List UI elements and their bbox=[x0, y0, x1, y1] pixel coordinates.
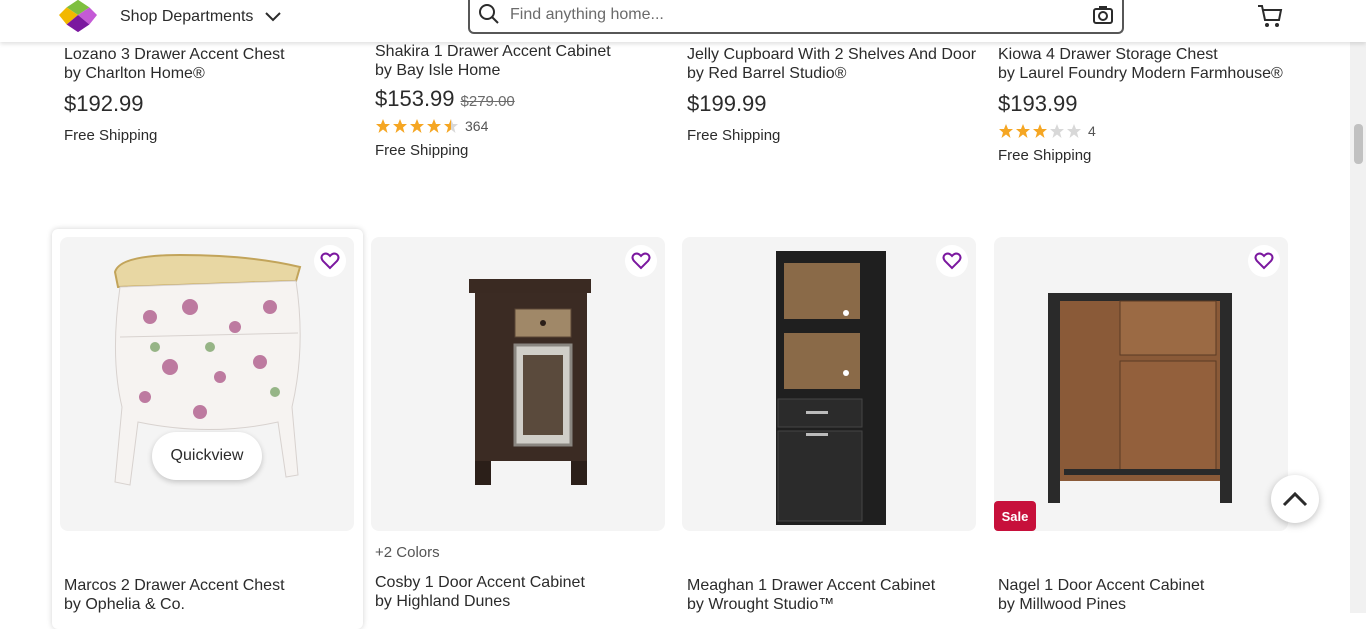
product-price: $199.99 bbox=[687, 91, 767, 116]
rating[interactable]: 4 bbox=[998, 123, 1288, 139]
product-title[interactable]: Cosby 1 Door Accent Cabinet bbox=[375, 573, 665, 592]
wood-cabinet-image bbox=[469, 279, 591, 485]
product-image[interactable] bbox=[371, 237, 665, 531]
star-full-icon bbox=[1016, 124, 1030, 138]
product-card[interactable]: Marcos 2 Drawer Accent Chest by Ophelia … bbox=[64, 576, 354, 614]
quickview-button[interactable]: Quickview bbox=[152, 432, 262, 480]
shop-departments-menu[interactable]: Shop Departments bbox=[120, 7, 283, 27]
product-title[interactable]: Marcos 2 Drawer Accent Chest bbox=[64, 576, 354, 595]
heart-icon bbox=[320, 252, 340, 270]
review-count: 364 bbox=[465, 118, 489, 134]
search-bar bbox=[468, 0, 1124, 34]
product-brand: by Red Barrel Studio® bbox=[687, 65, 847, 82]
product-brand: by Bay Isle Home bbox=[375, 62, 501, 79]
original-price: $279.00 bbox=[460, 93, 515, 110]
product-image[interactable] bbox=[60, 237, 354, 531]
star-empty-icon bbox=[1050, 124, 1064, 138]
back-to-top-button[interactable] bbox=[1271, 475, 1319, 523]
product-image[interactable] bbox=[994, 237, 1288, 531]
rustic-nightstand-image bbox=[1048, 293, 1232, 503]
heart-icon bbox=[1254, 252, 1274, 270]
wishlist-button[interactable] bbox=[1248, 245, 1280, 277]
product-brand: by Highland Dunes bbox=[375, 593, 511, 610]
tall-cabinet-image bbox=[776, 251, 886, 525]
product-title[interactable]: Kiowa 4 Drawer Storage Chest bbox=[998, 45, 1288, 64]
star-full-icon bbox=[999, 124, 1013, 138]
product-title[interactable]: Meaghan 1 Drawer Accent Cabinet bbox=[687, 576, 977, 595]
wishlist-button[interactable] bbox=[936, 245, 968, 277]
sale-badge: Sale bbox=[994, 501, 1036, 531]
chevron-down-icon bbox=[265, 12, 282, 22]
product-brand: by Wrought Studio™ bbox=[687, 596, 835, 613]
product-price: $153.99 bbox=[375, 86, 455, 111]
shipping-label: Free Shipping bbox=[64, 127, 158, 144]
color-options-label[interactable]: +2 Colors bbox=[375, 544, 440, 561]
product-card[interactable]: Jelly Cupboard With 2 Shelves And Door b… bbox=[687, 42, 977, 144]
product-title[interactable]: Lozano 3 Drawer Accent Chest bbox=[64, 45, 354, 64]
star-rating bbox=[375, 118, 459, 134]
star-full-icon bbox=[427, 119, 441, 133]
rating[interactable]: 364 bbox=[375, 118, 665, 134]
logo-icon[interactable] bbox=[58, 0, 98, 34]
product-brand: by Laurel Foundry Modern Farmhouse® bbox=[998, 65, 1283, 82]
product-card[interactable]: Meaghan 1 Drawer Accent Cabinet by Wroug… bbox=[687, 576, 977, 614]
site-header: Shop Departments bbox=[0, 0, 1366, 42]
star-half-icon bbox=[444, 119, 458, 133]
product-card[interactable]: Lozano 3 Drawer Accent Chest by Charlton… bbox=[64, 42, 354, 144]
product-image[interactable] bbox=[682, 237, 976, 531]
product-card[interactable]: Kiowa 4 Drawer Storage Chest by Laurel F… bbox=[998, 42, 1288, 164]
product-brand: by Charlton Home® bbox=[64, 65, 205, 82]
star-rating bbox=[998, 123, 1082, 139]
product-card[interactable]: Nagel 1 Door Accent Cabinet by Millwood … bbox=[998, 576, 1288, 614]
product-card[interactable]: Cosby 1 Door Accent Cabinet by Highland … bbox=[375, 573, 665, 611]
star-full-icon bbox=[410, 119, 424, 133]
product-brand: by Millwood Pines bbox=[998, 596, 1127, 613]
star-full-icon bbox=[376, 119, 390, 133]
heart-icon bbox=[631, 252, 651, 270]
wishlist-button[interactable] bbox=[625, 245, 657, 277]
cart-icon[interactable] bbox=[1257, 4, 1283, 28]
product-price: $192.99 bbox=[64, 91, 144, 116]
star-full-icon bbox=[1033, 124, 1047, 138]
chevron-up-icon bbox=[1282, 491, 1308, 507]
star-empty-icon bbox=[1067, 124, 1081, 138]
wishlist-button[interactable] bbox=[314, 245, 346, 277]
shipping-label: Free Shipping bbox=[375, 142, 469, 159]
page-scrollbar[interactable] bbox=[1350, 42, 1366, 613]
butterfly-chest-image bbox=[113, 253, 302, 486]
product-title[interactable]: Shakira 1 Drawer Accent Cabinet bbox=[375, 42, 665, 61]
review-count: 4 bbox=[1088, 123, 1096, 139]
product-card[interactable]: Shakira 1 Drawer Accent Cabinet by Bay I… bbox=[375, 42, 665, 159]
search-icon[interactable] bbox=[478, 3, 500, 25]
product-title[interactable]: Jelly Cupboard With 2 Shelves And Door bbox=[687, 45, 977, 64]
product-price: $193.99 bbox=[998, 91, 1078, 116]
product-brand: by Ophelia & Co. bbox=[64, 596, 185, 613]
shipping-label: Free Shipping bbox=[687, 127, 781, 144]
star-full-icon bbox=[393, 119, 407, 133]
shipping-label: Free Shipping bbox=[998, 147, 1092, 164]
product-title[interactable]: Nagel 1 Door Accent Cabinet bbox=[998, 576, 1288, 595]
camera-icon[interactable] bbox=[1092, 4, 1114, 26]
shop-departments-label: Shop Departments bbox=[120, 8, 254, 25]
search-input[interactable] bbox=[510, 3, 1070, 27]
heart-icon bbox=[942, 252, 962, 270]
scrollbar-thumb[interactable] bbox=[1354, 124, 1363, 164]
